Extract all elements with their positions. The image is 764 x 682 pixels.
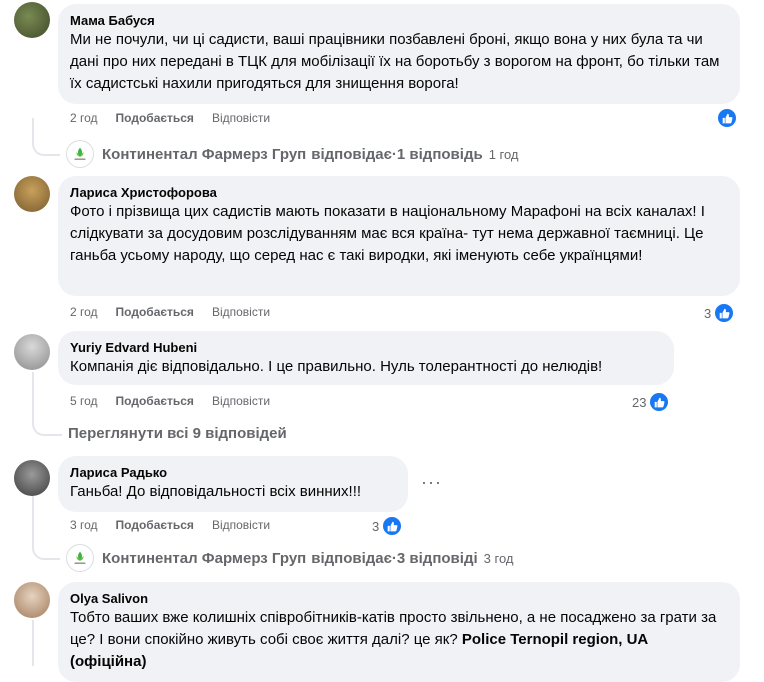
thread-connector [32,496,60,560]
reply-time: 3 год [483,550,514,566]
page-name[interactable]: Континентал Фармерз Груп [102,550,306,567]
company-logo-icon [66,544,94,572]
reply-time: 1 год [488,146,519,162]
reply-verb: відповідає [311,549,392,567]
reaction-count[interactable] [716,107,738,129]
reaction-number: 23 [632,394,647,410]
comment-actions: 5 год Подобається Відповісти [70,394,270,408]
reply-count[interactable]: 1 відповідь [397,146,483,163]
reply-button[interactable]: Відповісти [212,305,270,319]
comment-text: Компанія діє відповідально. І це правиль… [70,358,603,375]
thumbs-up-icon [381,515,404,537]
company-logo-icon [66,140,94,168]
avatar[interactable] [14,334,50,370]
comment-time[interactable]: 2 год [70,305,98,319]
reaction-count[interactable]: 3 [372,515,404,537]
comment-author[interactable]: Лариса Христофорова [70,184,728,201]
more-options-button[interactable]: ··· [421,472,442,493]
reply-count[interactable]: 3 відповіді [397,550,478,567]
avatar[interactable] [14,2,50,38]
reply-button[interactable]: Відповісти [212,518,270,532]
comment-author[interactable]: Yuriy Edvard Hubeni [70,339,662,356]
comment-author[interactable]: Olya Salivon [70,590,728,607]
page-name[interactable]: Континентал Фармерз Груп [102,146,306,163]
reaction-number: 3 [372,518,380,534]
thumbs-up-icon [716,107,738,129]
comment-bubble: Лариса Христофорова Фото і прізвища цих … [58,176,740,296]
reply-verb: відповідає [311,145,392,163]
comment-actions: 2 год Подобається Відповісти [70,111,270,125]
page-reply-summary[interactable]: Континентал Фармерз Груп відповідає · 3 … [66,544,513,572]
thumbs-up-icon [648,391,671,413]
reaction-number: 3 [704,305,712,321]
like-button[interactable]: Подобається [116,394,194,408]
thread-connector [32,620,34,666]
reply-button[interactable]: Відповісти [212,111,270,125]
view-more-replies-link[interactable]: Переглянути всі 9 відповідей [68,425,287,442]
comment-bubble: Olya Salivon Тобто ваших вже колишніх сп… [58,582,740,682]
avatar[interactable] [14,176,50,212]
comment-time[interactable]: 2 год [70,111,98,125]
thread-connector [32,372,62,436]
comment-bubble: Yuriy Edvard Hubeni Компанія діє відпові… [58,331,674,385]
reply-button[interactable]: Відповісти [212,394,270,408]
thread-connector [32,118,60,156]
avatar[interactable] [14,460,50,496]
comment-bubble: Мама Бабуся Ми не почули, чи ці садисти,… [58,4,740,104]
page-reply-summary[interactable]: Континентал Фармерз Груп відповідає · 1 … [66,140,519,168]
reaction-count[interactable]: 3 [704,302,736,324]
like-button[interactable]: Подобається [116,111,194,125]
avatar[interactable] [14,582,50,618]
comment-text: Фото і прізвища цих садистів мають показ… [70,203,705,264]
comment-bubble: Лариса Радько Ганьба! До відповідальност… [58,456,408,512]
comment-author[interactable]: Мама Бабуся [70,12,728,29]
comment-time[interactable]: 3 год [70,518,98,532]
comment-author[interactable]: Лариса Радько [70,464,396,481]
like-button[interactable]: Подобається [116,518,194,532]
comment-time[interactable]: 5 год [70,394,98,408]
thumbs-up-icon [713,302,736,324]
comment-actions: 3 год Подобається Відповісти [70,518,270,532]
like-button[interactable]: Подобається [116,305,194,319]
comment-actions: 2 год Подобається Відповісти [70,305,270,319]
comment-text: Тобто ваших вже колишніх співробітників-… [70,607,728,673]
reaction-count[interactable]: 23 [632,391,671,413]
comment-text: Ганьба! До відповідальності всіх винних!… [70,483,362,500]
comment-text: Ми не почули, чи ці садисти, ваші праців… [70,31,720,92]
